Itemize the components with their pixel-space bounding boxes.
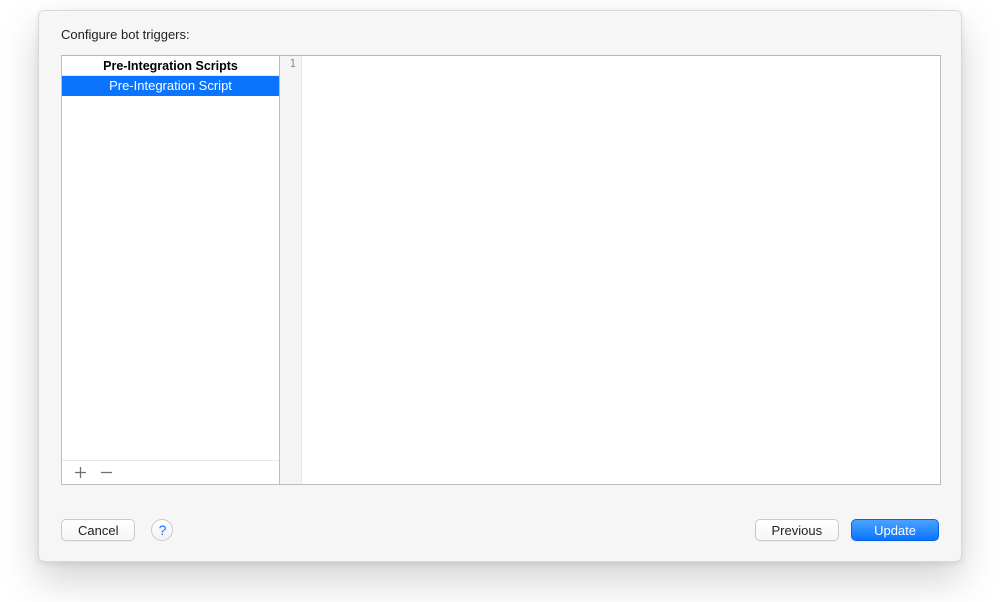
dialog-button-row: Cancel ? Previous Update — [61, 517, 939, 543]
update-button[interactable]: Update — [851, 519, 939, 541]
editor-textarea[interactable] — [302, 56, 940, 484]
dialog-sheet: Configure bot triggers: Pre-Integration … — [38, 10, 962, 562]
plus-icon — [75, 467, 86, 478]
scripts-sidebar: Pre-Integration Scripts Pre-Integration … — [62, 56, 280, 484]
previous-button[interactable]: Previous — [755, 519, 840, 541]
minus-icon — [101, 467, 112, 478]
dialog-heading: Configure bot triggers: — [61, 27, 190, 42]
gutter-line-number: 1 — [280, 58, 296, 70]
remove-script-button[interactable] — [98, 465, 114, 481]
cancel-button[interactable]: Cancel — [61, 519, 135, 541]
editor-gutter: 1 — [280, 56, 302, 484]
script-editor: 1 — [280, 56, 940, 484]
help-icon: ? — [159, 522, 167, 538]
main-panel: Pre-Integration Scripts Pre-Integration … — [61, 55, 941, 485]
scripts-list: Pre-Integration Scripts Pre-Integration … — [62, 56, 279, 460]
sidebar-footer — [62, 460, 279, 484]
section-header: Pre-Integration Scripts — [62, 56, 279, 76]
add-script-button[interactable] — [72, 465, 88, 481]
help-button[interactable]: ? — [151, 519, 173, 541]
list-item[interactable]: Pre-Integration Script — [62, 76, 279, 96]
